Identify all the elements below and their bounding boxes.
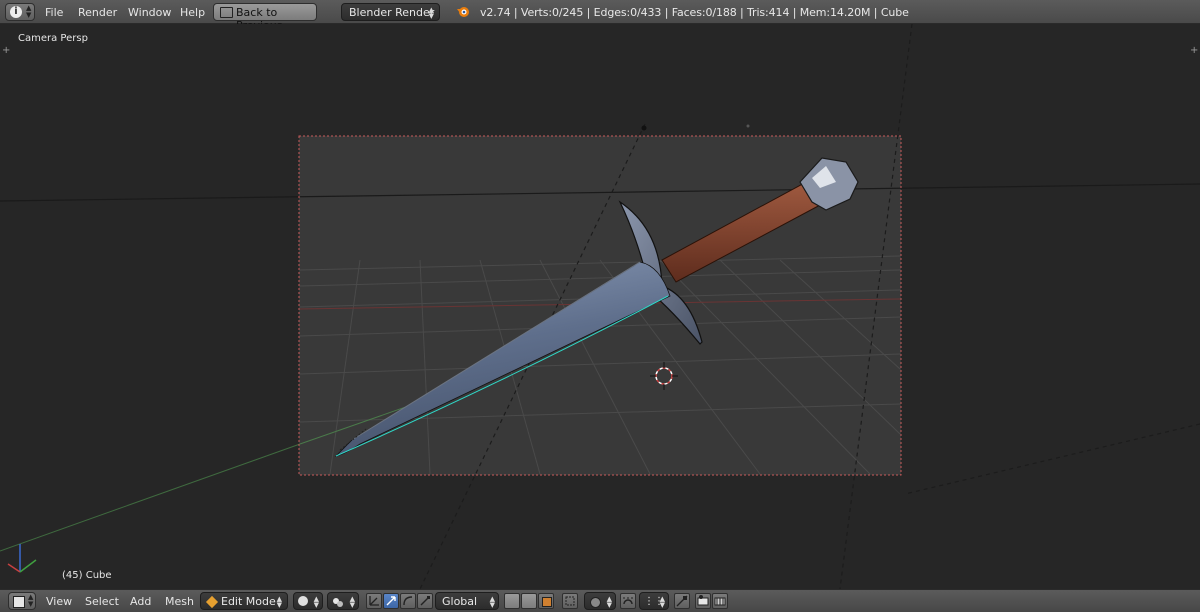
svg-text:+: +	[1190, 45, 1198, 56]
menu-mesh[interactable]: Mesh	[165, 595, 194, 608]
snap-icon[interactable]	[620, 593, 636, 609]
viewport-canvas: + +	[0, 24, 1200, 589]
chevron-updown-icon: ▲ ▼	[28, 593, 34, 608]
menu-select[interactable]: Select	[85, 595, 119, 608]
manipulator-icon[interactable]	[366, 593, 382, 609]
3d-view-header: ▲ ▼ View Select Add Mesh Edit Mode ▲ ▼ ▲ ▼ …	[0, 589, 1200, 612]
occlude-geometry-icon[interactable]	[562, 593, 578, 609]
mode-dropdown[interactable]: Edit Mode ▲ ▼	[200, 592, 288, 610]
snap-element-dropdown[interactable]: ⋮⋮ ▲ ▼	[639, 592, 669, 610]
opengl-render-animation-icon[interactable]	[712, 593, 728, 609]
viewport-shading-dropdown[interactable]: ▲ ▼	[293, 592, 323, 610]
rotate-icon[interactable]	[400, 593, 416, 609]
render-icon[interactable]	[674, 593, 690, 609]
proportional-icon	[590, 597, 601, 608]
blender-logo-icon	[456, 5, 470, 19]
chevron-updown-icon: ▲ ▼	[313, 595, 319, 609]
chevron-updown-icon: ▲ ▼	[26, 4, 32, 19]
cube-icon	[13, 596, 25, 608]
editor-type-button[interactable]: i ▲ ▼	[5, 3, 35, 21]
vertex-select-icon[interactable]	[504, 593, 520, 609]
svg-text:+: +	[2, 45, 10, 56]
chevron-updown-icon: ▲ ▼	[276, 595, 282, 609]
orientation-label: Global	[442, 595, 478, 608]
menu-help[interactable]: Help	[180, 6, 205, 19]
editor-type-button[interactable]: ▲ ▼	[8, 592, 36, 610]
screen-back-icon	[220, 7, 233, 18]
scale-icon[interactable]	[417, 593, 433, 609]
chevron-updown-icon: ▲ ▼	[428, 6, 434, 20]
face-select-icon[interactable]	[538, 593, 554, 609]
menu-add[interactable]: Add	[130, 595, 151, 608]
menu-window[interactable]: Window	[128, 6, 171, 19]
menu-file[interactable]: File	[45, 6, 63, 19]
proportional-editing-dropdown[interactable]: ▲ ▼	[584, 592, 616, 610]
sphere-shading-icon	[298, 596, 308, 606]
chevron-updown-icon: ▲ ▼	[606, 595, 612, 609]
back-to-previous-button[interactable]: Back to Previous	[213, 3, 317, 32]
mode-label: Edit Mode	[221, 595, 276, 608]
scene-statistics: v2.74 | Verts:0/245 | Edges:0/433 | Face…	[480, 6, 909, 19]
edge-select-icon[interactable]	[521, 593, 537, 609]
edit-mode-icon	[206, 596, 218, 608]
menu-render[interactable]: Render	[78, 6, 117, 19]
pivot-dropdown[interactable]: ▲ ▼	[327, 592, 359, 610]
pivot-icon	[332, 596, 344, 608]
menu-view[interactable]: View	[46, 595, 72, 608]
translate-icon[interactable]	[383, 593, 399, 609]
info-header: i ▲▼ File Render Window Help Back to Pre…	[0, 0, 1200, 32]
opengl-render-image-icon[interactable]	[695, 593, 711, 609]
3d-viewport[interactable]: + + Camera Persp (45) Cube	[0, 24, 1200, 589]
chevron-updown-icon: ▲ ▼	[489, 595, 495, 609]
view-label: Camera Persp	[18, 33, 88, 44]
chevron-updown-icon: ▲ ▼	[659, 595, 665, 609]
render-engine-label: Blender Render	[349, 6, 435, 19]
orientation-dropdown[interactable]: Global ▲ ▼	[435, 592, 499, 610]
active-object-label: (45) Cube	[62, 570, 112, 581]
info-icon: i	[10, 6, 22, 18]
chevron-updown-icon: ▲ ▼	[349, 595, 355, 609]
render-engine-dropdown[interactable]: Blender Render ▲ ▼	[341, 3, 440, 21]
